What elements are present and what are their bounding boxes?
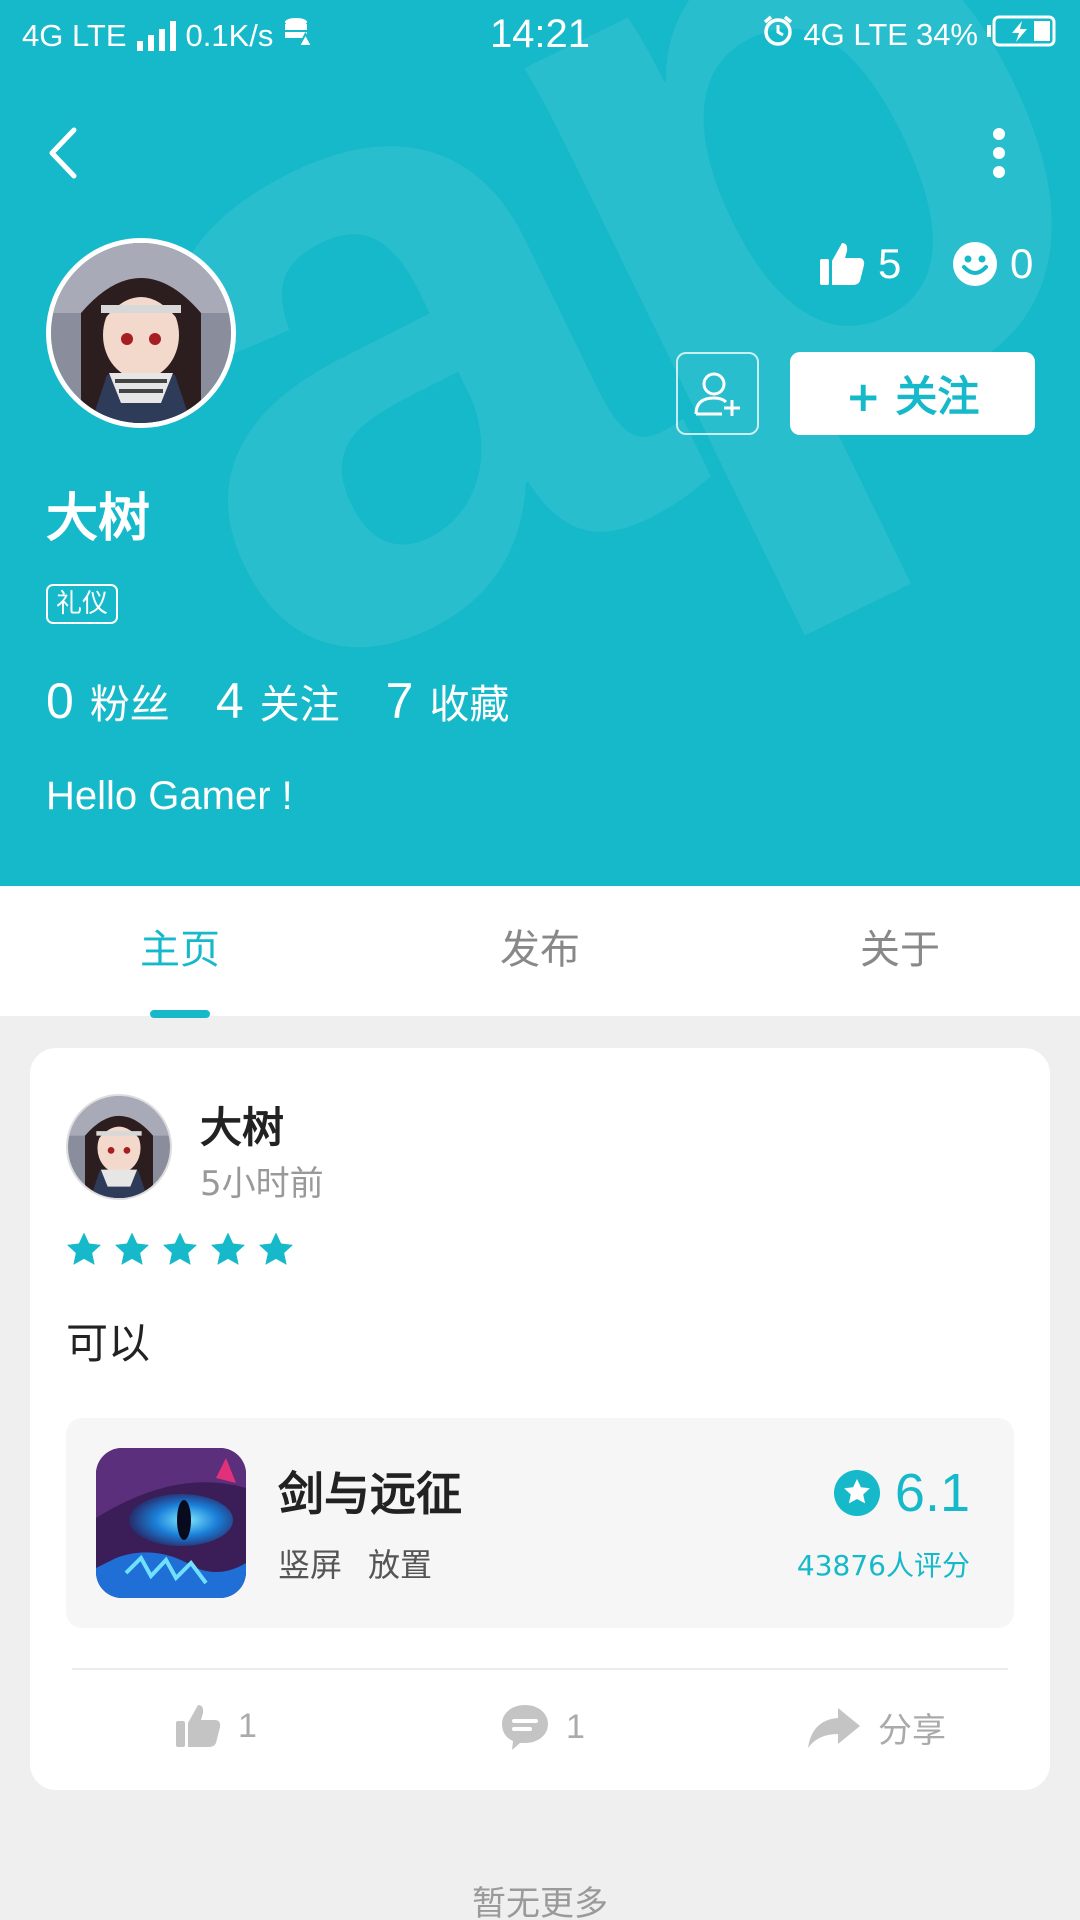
battery-percent: 34% xyxy=(915,17,978,52)
back-button[interactable] xyxy=(40,122,90,184)
post-author-name[interactable]: 大树 xyxy=(200,1094,284,1155)
profile-header: apTap 4G LTE 0.1K/s 14:21 4G LTE 34% xyxy=(0,0,1080,886)
card-divider xyxy=(72,1668,1008,1670)
profile-username: 大树 xyxy=(46,489,151,549)
user-tag-badge[interactable]: 礼仪 xyxy=(46,584,119,624)
comment-button[interactable]: 1 xyxy=(500,1703,585,1751)
post-content: 可以 xyxy=(66,1319,151,1368)
star-icon xyxy=(115,1232,149,1265)
more-vertical-icon xyxy=(993,128,1005,178)
like-count: 1 xyxy=(238,1706,257,1745)
battery-icon xyxy=(986,15,1056,55)
share-arrow-icon xyxy=(808,1707,860,1748)
smiley-icon xyxy=(953,242,997,286)
add-friend-button[interactable] xyxy=(676,352,759,435)
game-icon[interactable] xyxy=(96,1448,246,1598)
thumbs-up-icon xyxy=(176,1705,221,1747)
smiles-count: 0 xyxy=(1010,240,1034,287)
game-card[interactable]: 剑与远征 竖屏 放置 6.1 43876人评分 xyxy=(66,1418,1014,1628)
profile-tabs: 主页 发布 关于 xyxy=(0,886,1080,1016)
score-value: 6.1 xyxy=(894,1463,970,1523)
stat-label: 粉丝 xyxy=(89,682,170,728)
rating-stars xyxy=(64,1230,296,1270)
stat-label: 关注 xyxy=(259,682,340,728)
profile-bio: Hello Gamer ! xyxy=(46,774,293,818)
profile-smiles[interactable]: 0 xyxy=(952,240,1033,288)
no-more-label: 暂无更多 xyxy=(472,1884,608,1920)
user-plus-icon xyxy=(694,372,740,416)
more-menu-button[interactable] xyxy=(976,122,1022,184)
share-label: 分享 xyxy=(878,1712,946,1750)
rating-count: 43876人评分 xyxy=(796,1549,970,1582)
star-icon xyxy=(259,1232,293,1265)
tab-posts[interactable]: 发布 xyxy=(430,886,650,1016)
comment-count: 1 xyxy=(566,1707,585,1746)
game-art-image xyxy=(96,1448,246,1598)
tab-home[interactable]: 主页 xyxy=(70,886,290,1016)
avatar-image xyxy=(51,243,231,423)
game-tags: 竖屏 放置 xyxy=(278,1540,432,1586)
post-card[interactable]: 大树 5小时前 可以 剑与远征 竖屏 放置 6.1 43876人评分 1 1 分… xyxy=(30,1048,1050,1790)
thumbs-up-icon xyxy=(820,243,865,285)
stat-label: 收藏 xyxy=(429,682,510,728)
stat-fans[interactable]: 0 粉丝 xyxy=(46,672,170,730)
profile-avatar[interactable] xyxy=(46,238,236,428)
star-icon xyxy=(67,1232,101,1265)
network-type-right: 4G LTE xyxy=(803,17,908,52)
active-tab-indicator xyxy=(150,1010,210,1018)
likes-count: 5 xyxy=(878,240,902,287)
avatar-image xyxy=(68,1096,170,1198)
status-right: 4G LTE 34% xyxy=(761,14,1056,56)
alarm-icon xyxy=(761,14,795,56)
comment-icon xyxy=(502,1705,548,1750)
game-score: 6.1 xyxy=(833,1462,970,1524)
star-icon xyxy=(163,1232,197,1265)
tab-about[interactable]: 关于 xyxy=(790,886,1010,1016)
post-author-avatar[interactable] xyxy=(66,1094,172,1200)
star-icon xyxy=(211,1232,245,1265)
profile-stats: 0 粉丝 4 关注 7 收藏 xyxy=(46,672,555,730)
stat-number: 7 xyxy=(385,673,414,729)
game-title[interactable]: 剑与远征 xyxy=(278,1458,462,1524)
stat-following[interactable]: 4 关注 xyxy=(216,672,340,730)
game-tag: 放置 xyxy=(368,1546,433,1584)
post-timestamp: 5小时前 xyxy=(200,1164,324,1204)
profile-likes[interactable]: 5 xyxy=(818,240,901,288)
stat-number: 4 xyxy=(215,673,244,729)
follow-button[interactable]: + 关注 xyxy=(790,352,1035,435)
status-bar: 4G LTE 0.1K/s 14:21 4G LTE 34% xyxy=(0,0,1080,72)
stat-favorites[interactable]: 7 收藏 xyxy=(386,672,510,730)
like-button[interactable]: 1 xyxy=(174,1703,257,1749)
chevron-left-icon xyxy=(49,127,77,179)
star-badge-icon xyxy=(833,1470,880,1516)
game-tag: 竖屏 xyxy=(278,1546,343,1584)
share-button[interactable]: 分享 xyxy=(806,1703,946,1752)
stat-number: 0 xyxy=(46,673,74,729)
